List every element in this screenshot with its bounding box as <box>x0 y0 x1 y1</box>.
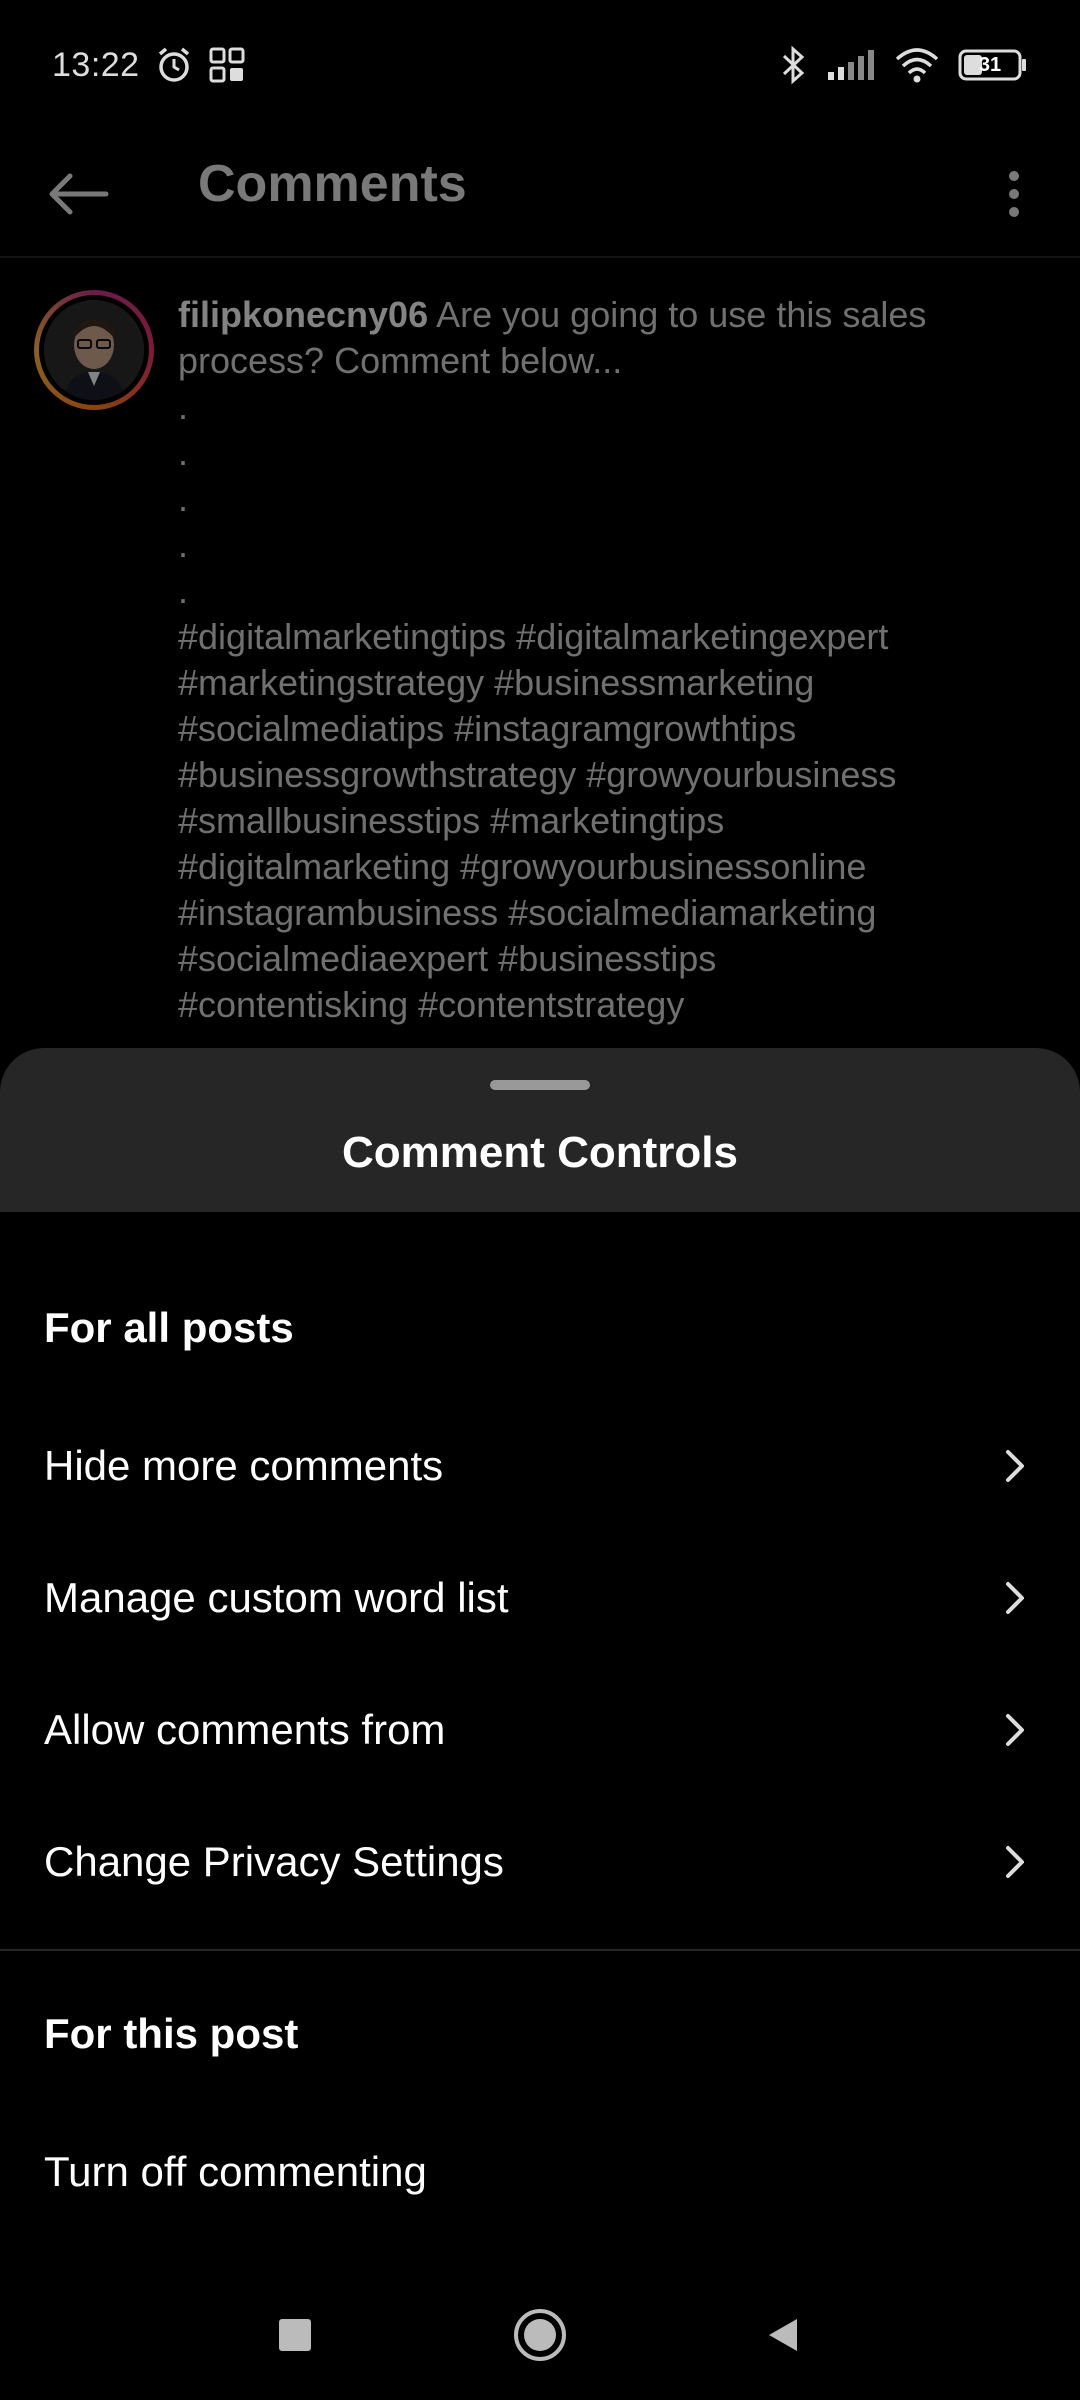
bottom-sheet-body: For all posts Hide more comments Manage … <box>0 1212 1080 2310</box>
section-title-all-posts: For all posts <box>44 1304 294 1351</box>
menu-item-change-privacy-settings[interactable]: Change Privacy Settings <box>0 1796 1080 1928</box>
status-time: 13:22 <box>52 45 140 84</box>
battery-level: 31 <box>978 54 1002 76</box>
hashtag-line: #marketingstrategy #businessmarketing <box>178 662 815 703</box>
caption-username[interactable]: filipkonecny06 <box>178 294 428 335</box>
home-button[interactable] <box>505 2300 575 2370</box>
avatar[interactable] <box>34 290 154 410</box>
menu-item-label: Hide more comments <box>44 1442 444 1489</box>
back-arrow-icon <box>49 173 109 215</box>
chevron-right-icon <box>996 1578 1036 1618</box>
hashtag-line: #businessgrowthstrategy #growyourbusines… <box>178 754 897 795</box>
back-button[interactable] <box>42 158 114 230</box>
section-divider <box>0 1949 1080 1951</box>
drag-handle[interactable] <box>490 1080 590 1090</box>
home-circle-icon <box>514 2309 566 2361</box>
hashtag-line: #contentisking #contentstrategy <box>178 984 685 1025</box>
bottom-sheet-header: Comment Controls <box>0 1048 1080 1212</box>
comments-page: Comments filipkonecny06 Are you going to… <box>0 130 1080 1050</box>
battery-icon: 31 <box>958 48 1028 82</box>
menu-item-label: Turn off commenting <box>44 2148 427 2195</box>
caption-dot: . <box>178 524 189 565</box>
chevron-right-icon <box>996 1446 1036 1486</box>
hashtag-line: #socialmediatips #instagramgrowthtips <box>178 708 797 749</box>
section-title-this-post: For this post <box>44 2010 299 2057</box>
caption-text: filipkonecny06 Are you going to use this… <box>178 292 1008 1028</box>
menu-item-turn-off-commenting[interactable]: Turn off commenting <box>0 2106 1080 2238</box>
grid-icon <box>208 46 246 84</box>
more-options-button[interactable] <box>984 158 1044 230</box>
caption-dot: . <box>178 432 189 473</box>
menu-item-label: Change Privacy Settings <box>44 1838 504 1885</box>
menu-item-manage-custom-word-list[interactable]: Manage custom word list <box>0 1532 1080 1664</box>
hashtag-line: #digitalmarketing #growyourbusinessonlin… <box>178 846 867 887</box>
caption-dots: . . . . . <box>178 384 1008 614</box>
recents-square-icon <box>279 2319 311 2351</box>
status-bar: 13:22 31 <box>0 0 1080 130</box>
sheet-title: Comment Controls <box>342 1128 738 1177</box>
caption-dot: . <box>178 386 189 427</box>
hashtag-line: #digitalmarketingtips #digitalmarketinge… <box>178 616 889 657</box>
signal-icon <box>826 48 876 82</box>
chevron-right-icon <box>996 1710 1036 1750</box>
caption-dot: . <box>178 478 189 519</box>
more-vertical-icon <box>1009 171 1019 217</box>
menu-item-label: Allow comments from <box>44 1706 446 1753</box>
alarm-icon <box>154 45 194 85</box>
hashtag-line: #socialmediaexpert #businesstips <box>178 938 717 979</box>
menu-item-hide-more-comments[interactable]: Hide more comments <box>0 1400 1080 1532</box>
hashtag-line: #smallbusinesstips #marketingtips <box>178 800 725 841</box>
recents-button[interactable] <box>260 2300 330 2370</box>
system-nav-bar <box>0 2270 1080 2400</box>
hashtag-line: #instagrambusiness #socialmediamarketing <box>178 892 877 933</box>
chevron-right-icon <box>996 1842 1036 1882</box>
bluetooth-icon <box>778 45 808 85</box>
wifi-icon <box>894 47 940 83</box>
top-app-bar: Comments <box>0 130 1080 258</box>
back-triangle-icon <box>769 2319 797 2351</box>
menu-item-label: Manage custom word list <box>44 1574 509 1621</box>
menu-item-allow-comments-from[interactable]: Allow comments from <box>0 1664 1080 1796</box>
page-title: Comments <box>198 155 467 213</box>
caption-dot: . <box>178 570 189 611</box>
back-nav-button[interactable] <box>748 2300 818 2370</box>
